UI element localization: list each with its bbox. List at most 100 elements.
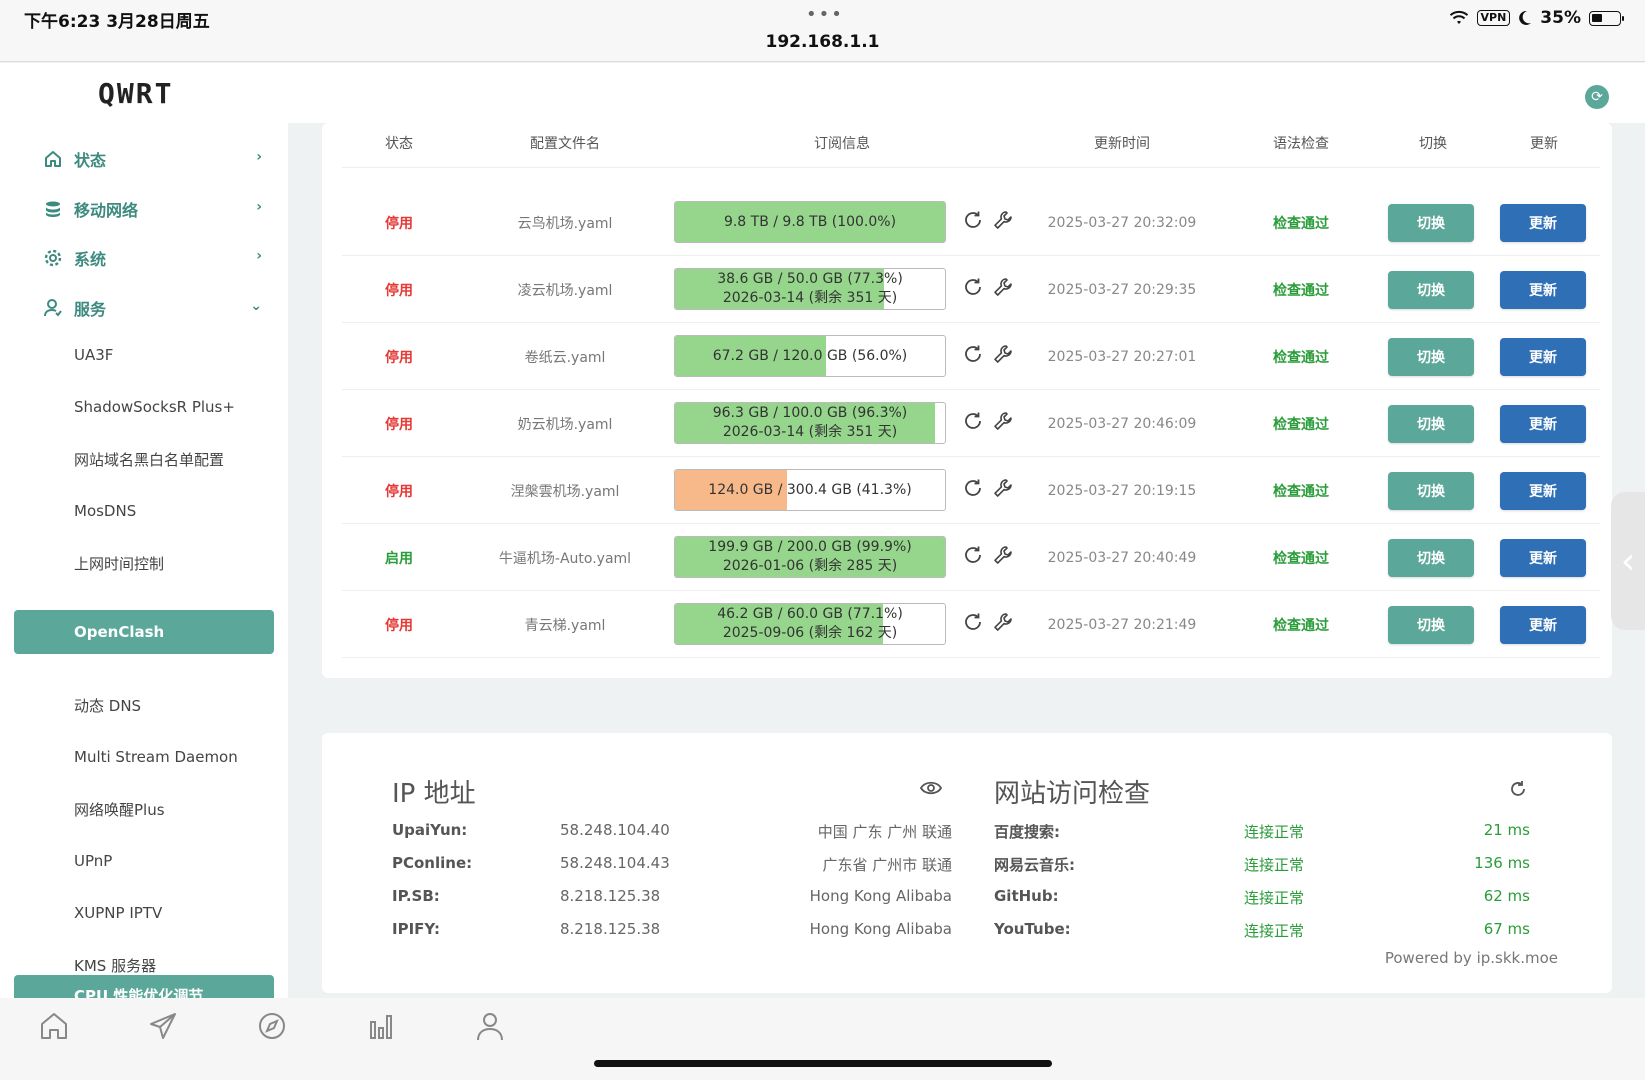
config-status: 停用 xyxy=(385,215,413,232)
sidebar-item-ddns[interactable]: 动态 DNS xyxy=(14,683,274,727)
wrench-icon[interactable] xyxy=(992,477,1014,499)
send-icon[interactable] xyxy=(145,1008,181,1044)
config-update-time: 2025-03-27 20:40:49 xyxy=(1047,549,1197,566)
subscription-progress: 96.3 GB / 100.0 GB (96.3%) 2026-03-14 (剩余… xyxy=(674,402,946,444)
progress-text: 96.3 GB / 100.0 GB (96.3%) 2026-03-14 (剩余… xyxy=(675,403,945,443)
ip-location: Hong Kong Alibaba xyxy=(809,920,952,938)
config-status: 启用 xyxy=(385,550,413,567)
chevron-right-icon: › xyxy=(256,248,262,264)
usage-text: 9.8 TB / 9.8 TB (100.0%) xyxy=(723,213,897,230)
refresh-icon[interactable] xyxy=(962,410,984,432)
subscription-progress: 67.2 GB / 120.0 GB (56.0%) xyxy=(674,335,946,377)
ip-value: 58.248.104.43 xyxy=(560,854,670,872)
syntax-check-result: 检查通过 xyxy=(1273,617,1329,634)
switch-button[interactable]: 切换 xyxy=(1388,405,1474,443)
subscription-progress: 9.8 TB / 9.8 TB (100.0%) xyxy=(674,201,946,243)
refresh-icon[interactable] xyxy=(962,477,984,499)
sidebar-item-wol-plus[interactable]: 网络唤醒Plus xyxy=(14,787,274,831)
switch-button[interactable]: 切换 xyxy=(1388,539,1474,577)
address-url[interactable]: 192.168.1.1 xyxy=(0,32,1645,52)
ip-location: 中国 广东 广州 联通 xyxy=(817,823,952,841)
row-tools xyxy=(962,477,1014,499)
row-tools xyxy=(962,544,1014,566)
wrench-icon[interactable] xyxy=(992,544,1014,566)
eye-icon[interactable] xyxy=(920,780,942,796)
site-latency: 136 ms xyxy=(1474,854,1530,872)
config-status: 停用 xyxy=(385,282,413,299)
compass-icon[interactable] xyxy=(254,1008,290,1044)
col-header-filename: 配置文件名 xyxy=(530,136,600,152)
side-panel-handle[interactable]: ‹ xyxy=(1611,492,1645,630)
refresh-icon[interactable] xyxy=(962,276,984,298)
col-header-switch: 切换 xyxy=(1419,136,1447,152)
syntax-check-result: 检查通过 xyxy=(1273,215,1329,232)
refresh-icon[interactable]: ⟳ xyxy=(1585,85,1609,109)
ip-row: PConline: 58.248.104.43 广东省 广州市 联通 xyxy=(392,850,952,880)
site-status: 连接正常 xyxy=(1244,922,1305,940)
progress-text: 38.6 GB / 50.0 GB (77.3%) 2026-03-14 (剩余 … xyxy=(675,269,945,309)
wrench-icon[interactable] xyxy=(992,410,1014,432)
switch-button[interactable]: 切换 xyxy=(1388,472,1474,510)
config-status: 停用 xyxy=(385,349,413,366)
sidebar-item-time-control[interactable]: 上网时间控制 xyxy=(14,541,274,585)
ip-value: 8.218.125.38 xyxy=(560,887,661,905)
refresh-icon[interactable] xyxy=(962,611,984,633)
switch-button[interactable]: 切换 xyxy=(1388,204,1474,242)
nav-system[interactable]: 系统 › xyxy=(14,236,274,280)
sidebar-item-xupnp-iptv[interactable]: XUPNP IPTV xyxy=(14,891,274,935)
wrench-icon[interactable] xyxy=(992,276,1014,298)
sidebar-item-openclash[interactable]: OpenClash xyxy=(14,610,274,654)
update-button[interactable]: 更新 xyxy=(1500,271,1586,309)
nav-status[interactable]: 状态 › xyxy=(14,137,274,181)
ip-location: Hong Kong Alibaba xyxy=(809,887,952,905)
col-header-update: 更新 xyxy=(1530,136,1558,152)
config-filename: 青云梯.yaml xyxy=(524,617,606,634)
progress-text: 9.8 TB / 9.8 TB (100.0%) xyxy=(675,202,945,242)
config-status: 停用 xyxy=(385,416,413,433)
switch-button[interactable]: 切换 xyxy=(1388,338,1474,376)
site-name: GitHub: xyxy=(994,887,1059,905)
home-icon[interactable] xyxy=(36,1008,72,1044)
nav-services[interactable]: 服务 ⌄ xyxy=(14,286,274,330)
refresh-icon[interactable] xyxy=(962,209,984,231)
more-dots[interactable]: ••• xyxy=(806,4,844,25)
ip-section-title: IP 地址 xyxy=(392,779,476,809)
update-button[interactable]: 更新 xyxy=(1500,405,1586,443)
sidebar-item-ssr-plus[interactable]: ShadowSocksR Plus+ xyxy=(14,385,274,429)
update-button[interactable]: 更新 xyxy=(1500,539,1586,577)
gear-icon xyxy=(42,247,64,269)
config-update-time: 2025-03-27 20:19:15 xyxy=(1047,482,1197,499)
switch-button[interactable]: 切换 xyxy=(1388,606,1474,644)
sidebar-item-mosdns[interactable]: MosDNS xyxy=(14,489,274,533)
sidebar-item-upnp[interactable]: UPnP xyxy=(14,839,274,883)
switch-button[interactable]: 切换 xyxy=(1388,271,1474,309)
subscription-progress: 38.6 GB / 50.0 GB (77.3%) 2026-03-14 (剩余 … xyxy=(674,268,946,310)
sidebar-item-cpu-tuning[interactable]: CPU 性能优化调节 xyxy=(14,975,274,998)
sidebar-item-ua3f[interactable]: UA3F xyxy=(14,333,274,377)
person-icon[interactable] xyxy=(472,1008,508,1044)
home-indicator[interactable] xyxy=(594,1060,1052,1067)
web-check-row: 网易云音乐: 连接正常 136 ms xyxy=(994,850,1530,880)
subscription-progress: 46.2 GB / 60.0 GB (77.1%) 2025-09-06 (剩余 … xyxy=(674,603,946,645)
refresh-icon[interactable] xyxy=(962,343,984,365)
config-filename: 云鸟机场.yaml xyxy=(517,215,613,232)
nav-mobile-network[interactable]: 移动网络 › xyxy=(14,187,274,231)
update-button[interactable]: 更新 xyxy=(1500,204,1586,242)
web-check-row: GitHub: 连接正常 62 ms xyxy=(994,883,1530,913)
sidebar-item-domain-list[interactable]: 网站域名黑白名单配置 xyxy=(14,437,274,481)
ip-source: IP.SB: xyxy=(392,887,440,905)
site-status: 连接正常 xyxy=(1244,823,1305,841)
refresh-icon[interactable] xyxy=(962,544,984,566)
update-button[interactable]: 更新 xyxy=(1500,472,1586,510)
reload-icon[interactable] xyxy=(1508,779,1528,799)
config-update-time: 2025-03-27 20:46:09 xyxy=(1047,415,1197,432)
wrench-icon[interactable] xyxy=(992,611,1014,633)
update-button[interactable]: 更新 xyxy=(1500,338,1586,376)
site-latency: 67 ms xyxy=(1483,920,1530,938)
update-button[interactable]: 更新 xyxy=(1500,606,1586,644)
sidebar-item-multi-stream[interactable]: Multi Stream Daemon xyxy=(14,735,274,779)
bar-chart-icon[interactable] xyxy=(363,1008,399,1044)
wrench-icon[interactable] xyxy=(992,343,1014,365)
moon-icon xyxy=(1519,10,1532,25)
wrench-icon[interactable] xyxy=(992,209,1014,231)
